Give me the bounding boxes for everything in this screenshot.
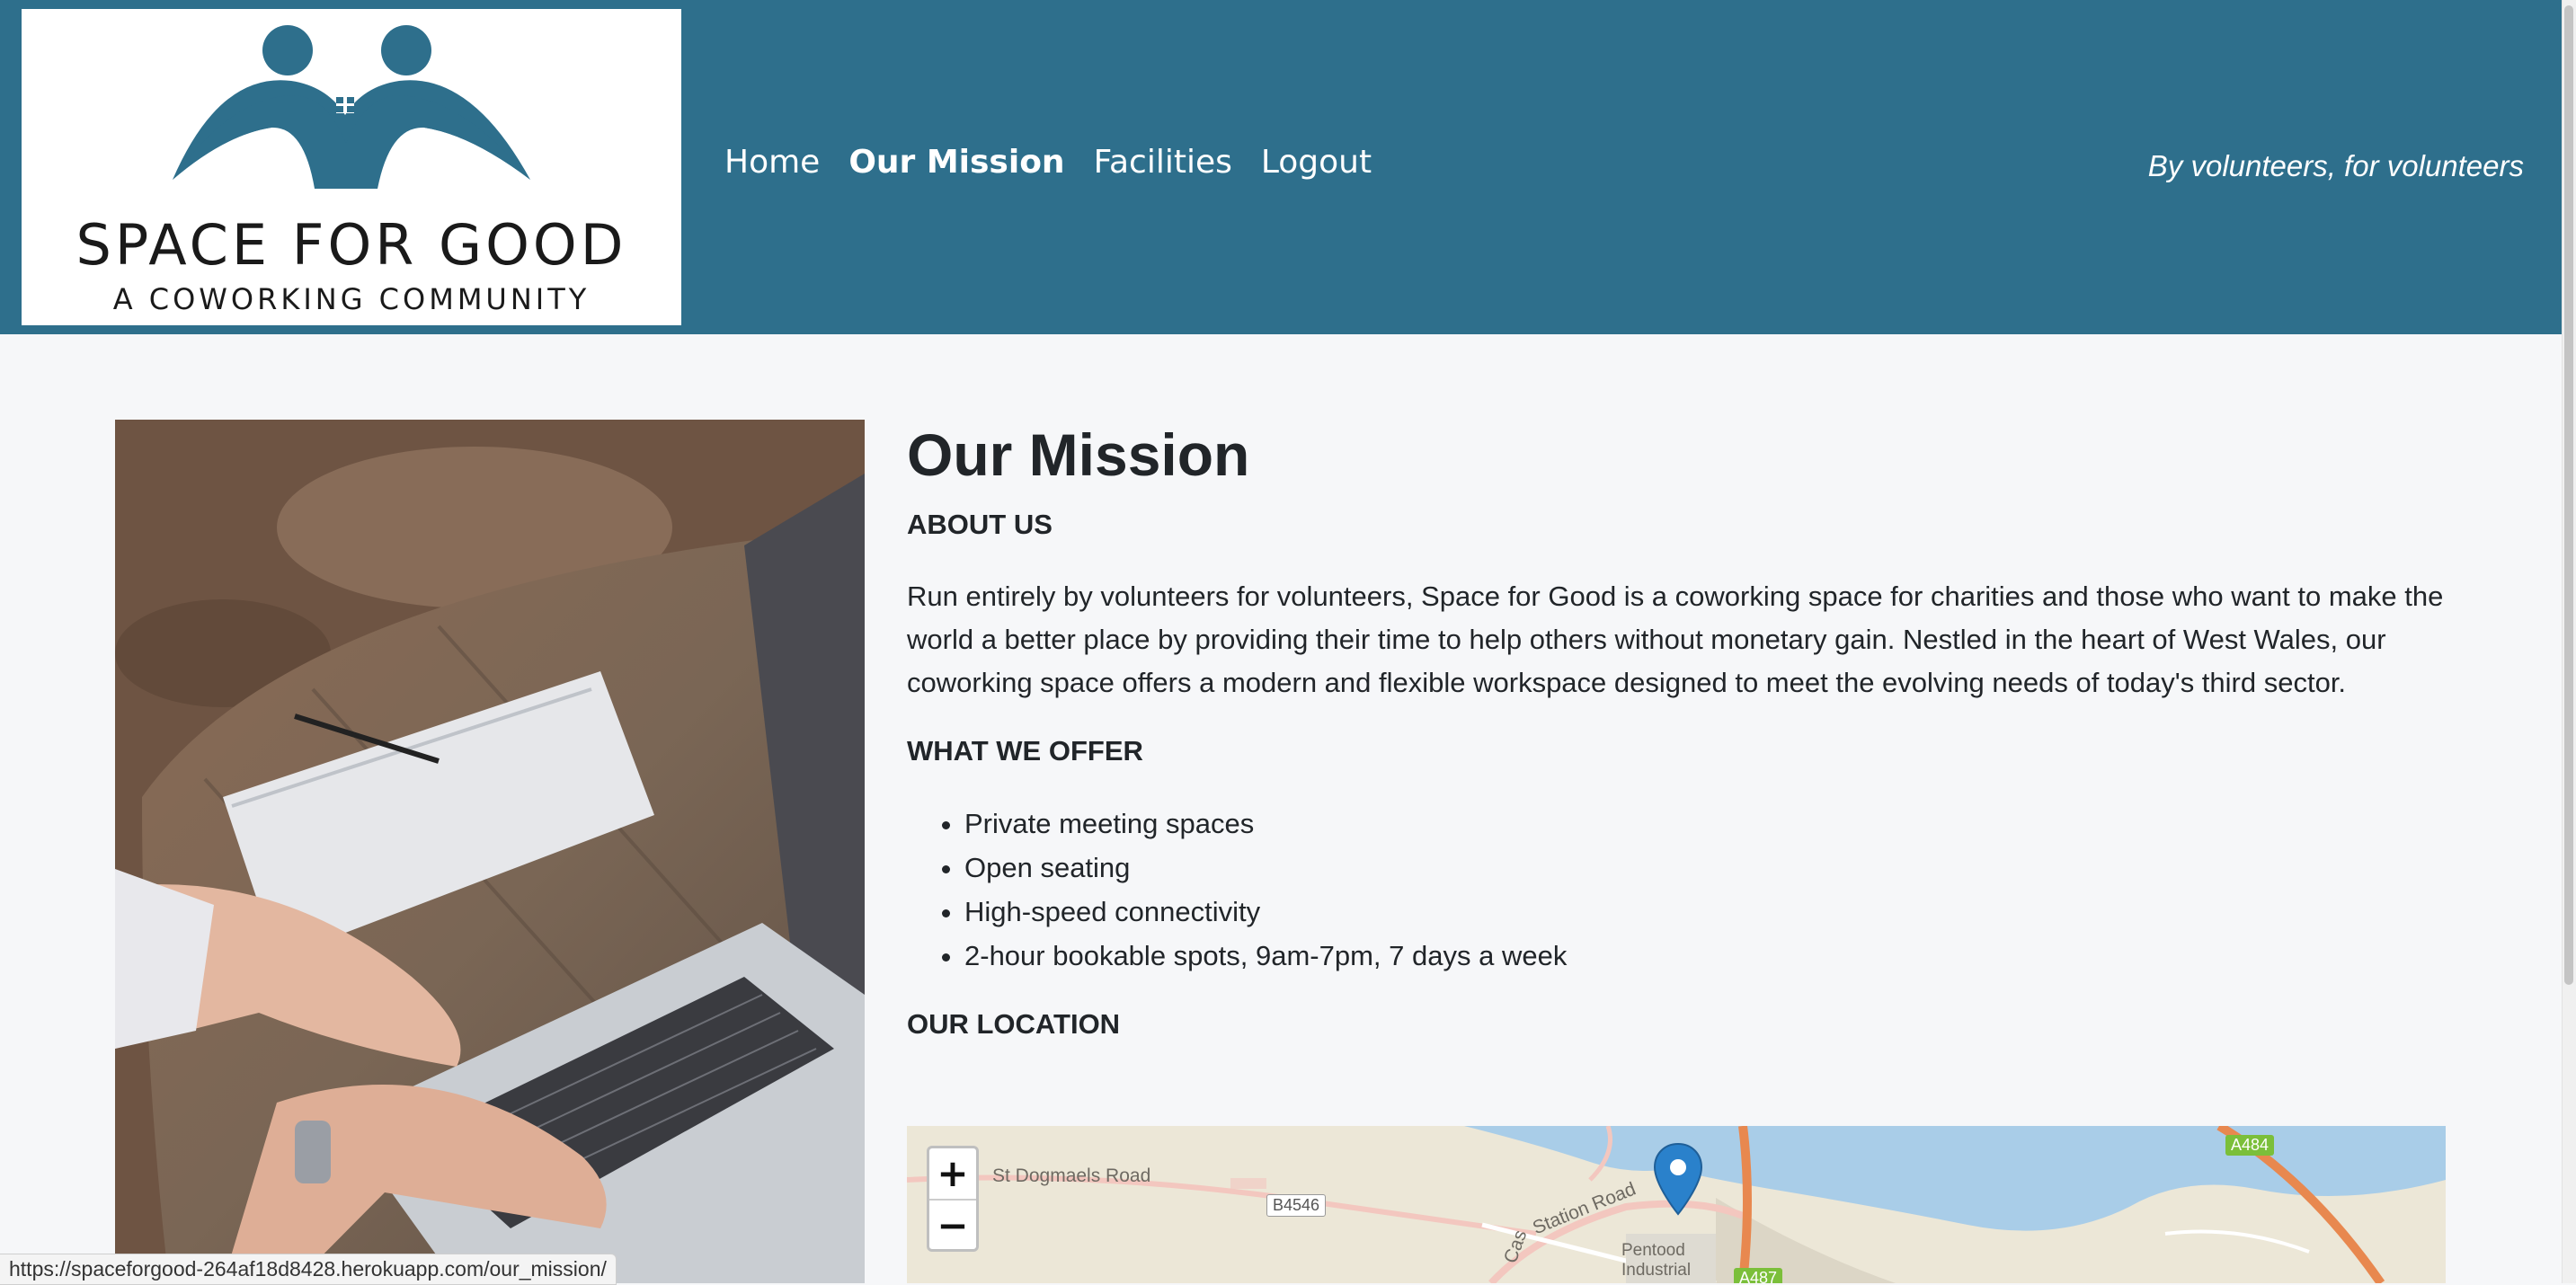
location-heading: OUR LOCATION bbox=[907, 1008, 1121, 1040]
nav-facilities[interactable]: Facilities bbox=[1094, 144, 1232, 181]
location-map[interactable]: + − St Dogmaels Road Station Road Cas Pe… bbox=[907, 1126, 2446, 1283]
logo-graphic bbox=[173, 25, 530, 189]
about-heading: ABOUT US bbox=[907, 509, 1053, 540]
nav-our-mission[interactable]: Our Mission bbox=[848, 144, 1064, 181]
main-nav: Home Our Mission Facilities Logout bbox=[724, 144, 1372, 181]
logo-title: SPACE FOR GOOD bbox=[76, 212, 627, 278]
mission-content: Our Mission ABOUT US Run entirely by vol… bbox=[907, 415, 2446, 1044]
list-item: 2-hour bookable spots, 9am-7pm, 7 days a… bbox=[964, 934, 2446, 978]
list-item: Open seating bbox=[964, 846, 2446, 890]
nav-logout[interactable]: Logout bbox=[1261, 144, 1372, 181]
list-item: High-speed connectivity bbox=[964, 890, 2446, 934]
logo-subtitle: A COWORKING COMMUNITY bbox=[112, 282, 591, 316]
site-header: SPACE FOR GOOD A COWORKING COMMUNITY Hom… bbox=[0, 0, 2562, 334]
about-text: Run entirely by volunteers for volunteer… bbox=[907, 580, 2444, 698]
road-badge-b4546: B4546 bbox=[1266, 1194, 1327, 1217]
scrollbar-thumb[interactable] bbox=[2564, 5, 2573, 985]
map-label-industrial: Industrial bbox=[1621, 1261, 1692, 1280]
road-badge-a487: A487 bbox=[1734, 1268, 1783, 1283]
site-tagline: By volunteers, for volunteers bbox=[2147, 149, 2524, 182]
offer-heading: WHAT WE OFFER bbox=[907, 735, 1143, 767]
map-label-st-dogmaels: St Dogmaels Road bbox=[992, 1165, 1151, 1186]
nav-home[interactable]: Home bbox=[724, 144, 820, 181]
road-badge-a484: A484 bbox=[2225, 1135, 2275, 1156]
site-logo[interactable]: SPACE FOR GOOD A COWORKING COMMUNITY bbox=[22, 9, 681, 325]
status-bar-url: https://spaceforgood-264af18d8428.heroku… bbox=[0, 1254, 617, 1285]
laptop-photo bbox=[115, 420, 865, 1283]
list-item: Private meeting spaces bbox=[964, 802, 2446, 846]
map-zoom-control: + − bbox=[927, 1146, 979, 1252]
zoom-out-button[interactable]: − bbox=[929, 1201, 976, 1251]
page-title: Our Mission bbox=[907, 421, 1250, 488]
map-label-pentood: Pentood bbox=[1621, 1241, 1685, 1260]
zoom-in-button[interactable]: + bbox=[929, 1148, 976, 1201]
map-marker-icon[interactable] bbox=[1653, 1142, 1703, 1218]
offer-list: Private meeting spaces Open seating High… bbox=[907, 802, 2446, 978]
